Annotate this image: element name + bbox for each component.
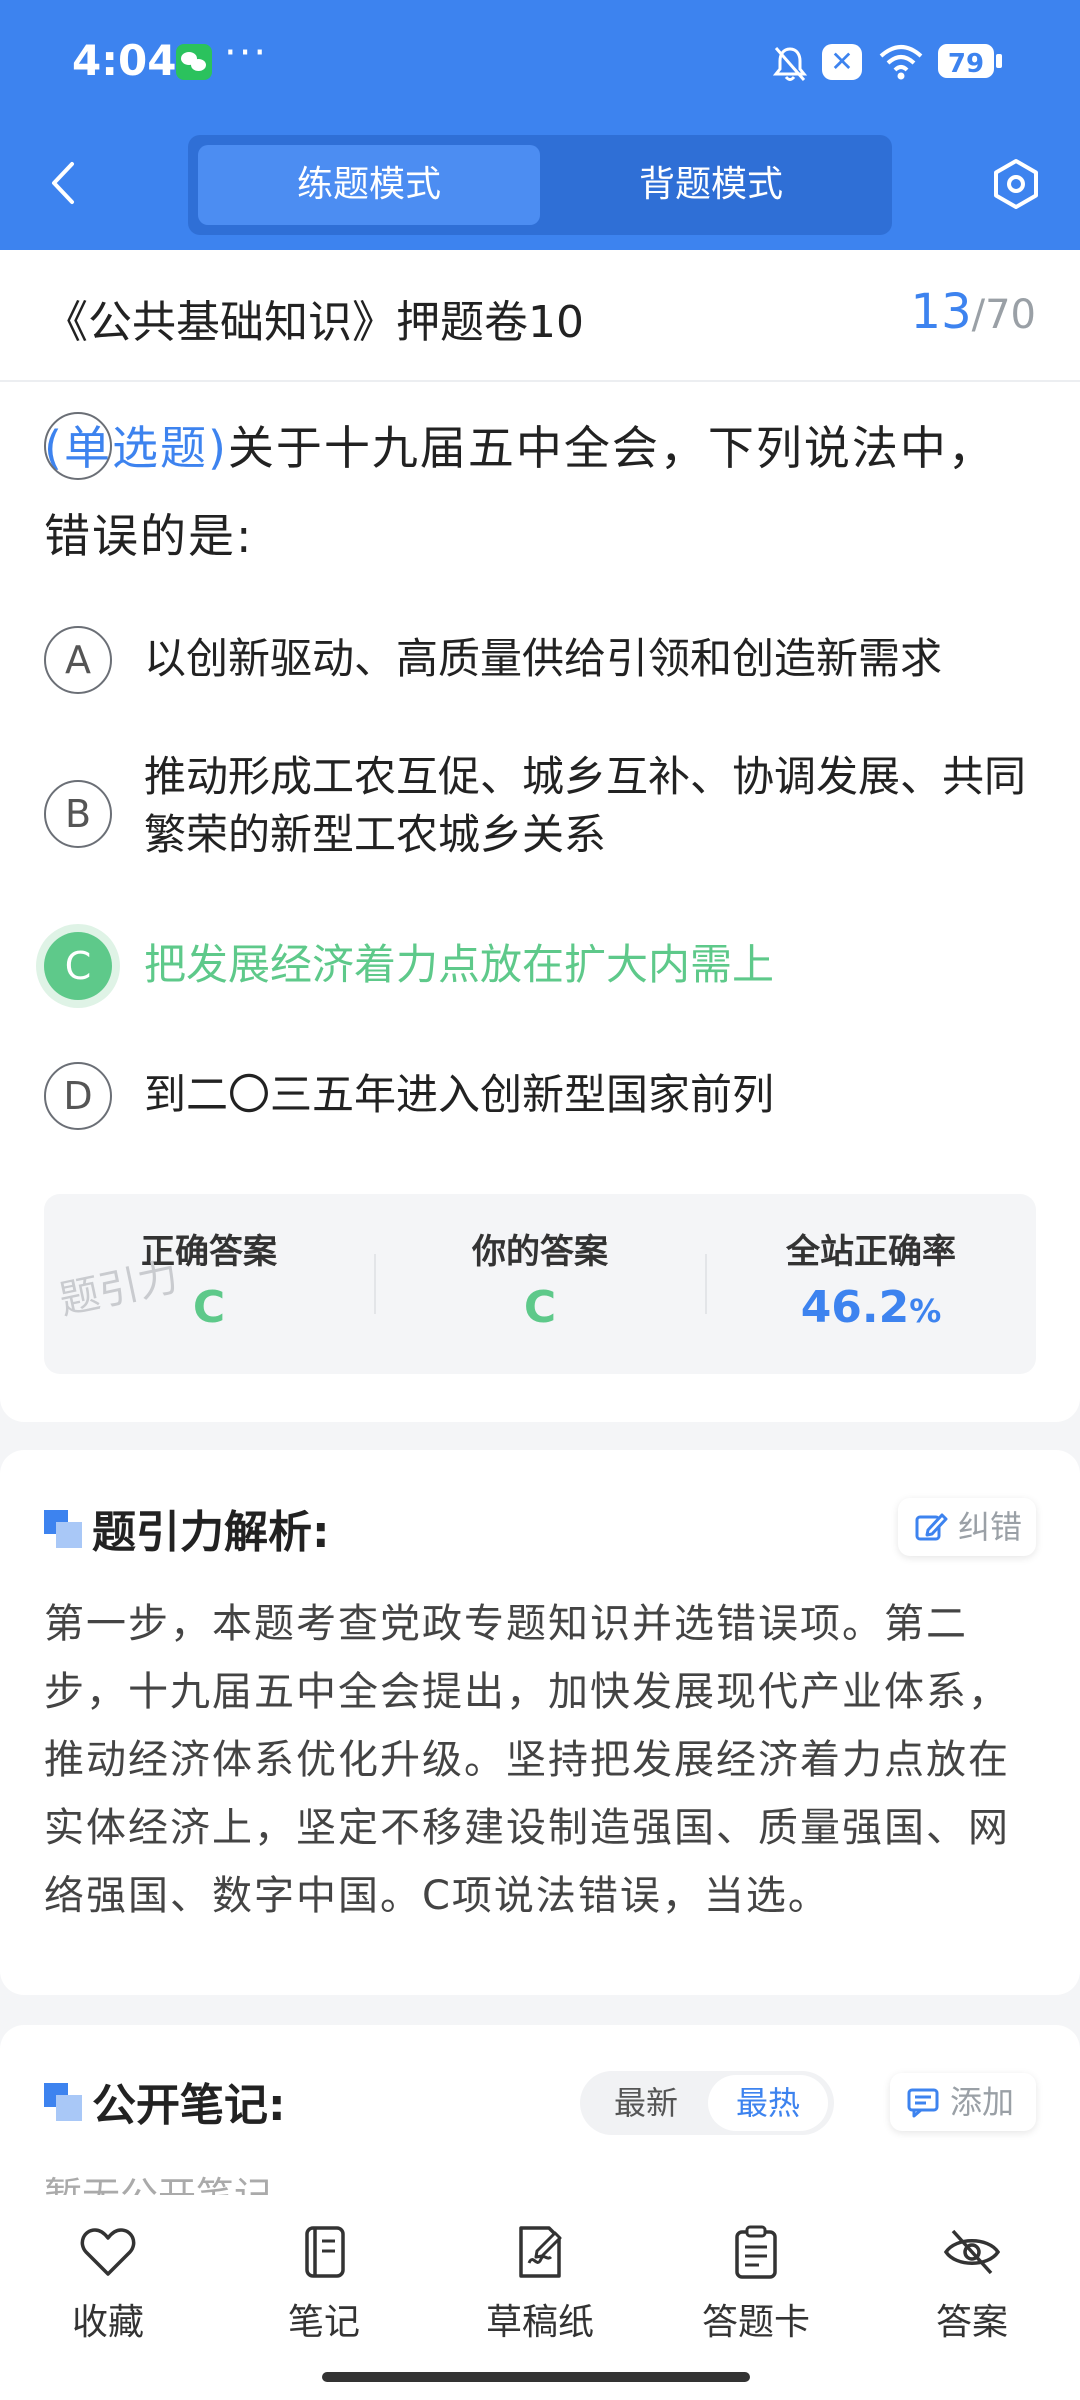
answer-toggle-button[interactable]: 答案 — [892, 2225, 1052, 2345]
answer-toggle-label: 答案 — [935, 2302, 1008, 2343]
tab-practice-mode[interactable]: 练题模式 — [198, 145, 540, 225]
report-error-label: 纠错 — [958, 1508, 1023, 1546]
exam-title-bar: 《公共基础知识》押题卷10 13/70 — [0, 250, 1080, 382]
your-answer-label: 你的答案 — [472, 1232, 608, 1272]
edit-icon — [915, 1513, 948, 1541]
wechat-icon — [176, 44, 212, 80]
favorite-label: 收藏 — [71, 2302, 144, 2343]
status-bar: 4:04 ··· ✕ 79 — [0, 0, 1080, 125]
notebook-icon — [305, 2226, 345, 2278]
answer-stats-panel: 正确答案 C 你的答案 C 全站正确率 46.2% 题引力 — [44, 1194, 1036, 1374]
analysis-text: 第一步，本题考查党政专题知识并选错误项。第二步，十九届五中全会提出，加快发展现代… — [44, 1601, 1010, 1919]
accuracy-rate-value: 46.2% — [706, 1282, 1036, 1333]
option-b-text: 推动形成工农互促、城乡互补、协调发展、共同繁荣的新型工农城乡关系 — [144, 752, 1027, 859]
answer-sheet-icon — [735, 2225, 777, 2279]
sort-hottest[interactable]: 最热 — [708, 2075, 828, 2131]
report-error-button[interactable]: 纠错 — [898, 1498, 1036, 1556]
notes-sort-toggle: 最新 最热 — [580, 2071, 834, 2135]
stat-your-answer: 你的答案 C — [375, 1194, 705, 1374]
option-d-letter: D — [44, 1062, 112, 1130]
close-box-icon: ✕ — [822, 44, 862, 80]
draft-paper-button[interactable]: 草稿纸 — [460, 2225, 620, 2345]
option-b-row[interactable]: B 推动形成工农互促、城乡互补、协调发展、共同繁荣的新型工农城乡关系 — [44, 748, 1034, 878]
notes-title: 公开笔记: — [92, 2080, 286, 2131]
notes-button[interactable]: 笔记 — [244, 2225, 404, 2345]
option-a-row[interactable]: A 以创新驱动、高质量供给引领和创造新需求 — [44, 626, 1034, 696]
answer-sheet-button[interactable]: 答题卡 — [676, 2225, 836, 2345]
stat-accuracy-rate: 全站正确率 46.2% — [706, 1194, 1036, 1374]
option-d-row[interactable]: D 到二〇三五年进入创新型国家前列 — [44, 1062, 1034, 1132]
eye-off-icon — [943, 2229, 1001, 2275]
section-squares-icon — [44, 1510, 82, 1548]
question-text: (单选题)关于十九届五中全会，下列说法中，错误的是: — [44, 404, 1034, 580]
option-c-letter: C — [44, 932, 112, 1000]
draft-paper-label: 草稿纸 — [485, 2302, 594, 2343]
app-header: 4:04 ··· ✕ 79 练题模式 背题模式 — [0, 0, 1080, 250]
counter-separator: / — [971, 292, 986, 338]
option-a-text: 以创新驱动、高质量供给引领和创造新需求 — [144, 634, 943, 683]
tab-recite-mode[interactable]: 背题模式 — [540, 145, 882, 225]
comment-icon — [907, 2088, 939, 2118]
option-a-letter: A — [44, 626, 112, 694]
analysis-card: 题引力解析: 纠错 第一步，本题考查党政专题知识并选错误项。第二步，十九届五中全… — [0, 1450, 1080, 1995]
bell-off-icon — [772, 47, 808, 81]
status-time: 4:04 — [72, 36, 177, 85]
accuracy-rate-label: 全站正确率 — [786, 1232, 956, 1272]
favorite-button[interactable]: 收藏 — [28, 2225, 188, 2345]
bottom-toolbar: 收藏 笔记 草稿纸 答题卡 答案 — [0, 2195, 1080, 2400]
notes-label: 笔记 — [287, 2302, 360, 2343]
settings-hexagon-icon[interactable] — [990, 158, 1042, 210]
total-question-number: 70 — [985, 292, 1036, 338]
home-indicator[interactable] — [322, 2372, 750, 2382]
sort-latest[interactable]: 最新 — [586, 2075, 706, 2131]
option-b-letter: B — [44, 780, 112, 848]
battery-indicator: 79 — [938, 44, 994, 79]
more-notifications-icon: ··· — [224, 30, 269, 76]
section-squares-icon — [44, 2083, 82, 2121]
current-question-number: 13 — [910, 284, 972, 340]
answer-sheet-label: 答题卡 — [701, 2302, 810, 2343]
mode-switch: 练题模式 背题模式 — [188, 135, 892, 235]
accuracy-rate-number: 46.2 — [800, 1282, 910, 1333]
your-answer-value: C — [523, 1282, 557, 1333]
exam-title: 《公共基础知识》押题卷10 — [44, 297, 584, 348]
draft-icon — [519, 2226, 562, 2278]
back-chevron-icon[interactable] — [44, 158, 84, 208]
accuracy-rate-unit: % — [909, 1292, 942, 1330]
question-counter[interactable]: 13/70 — [911, 284, 1036, 340]
heart-icon — [80, 2228, 136, 2276]
wifi-icon — [879, 45, 923, 80]
add-note-label: 添加 — [950, 2083, 1015, 2121]
add-note-button[interactable]: 添加 — [890, 2073, 1036, 2131]
battery-tip — [996, 54, 1002, 68]
option-c-text: 把发展经济着力点放在扩大内需上 — [144, 940, 775, 989]
option-c-row[interactable]: C 把发展经济着力点放在扩大内需上 — [44, 932, 1034, 1002]
option-d-text: 到二〇三五年进入创新型国家前列 — [144, 1070, 775, 1119]
analysis-title: 题引力解析: — [92, 1507, 330, 1558]
